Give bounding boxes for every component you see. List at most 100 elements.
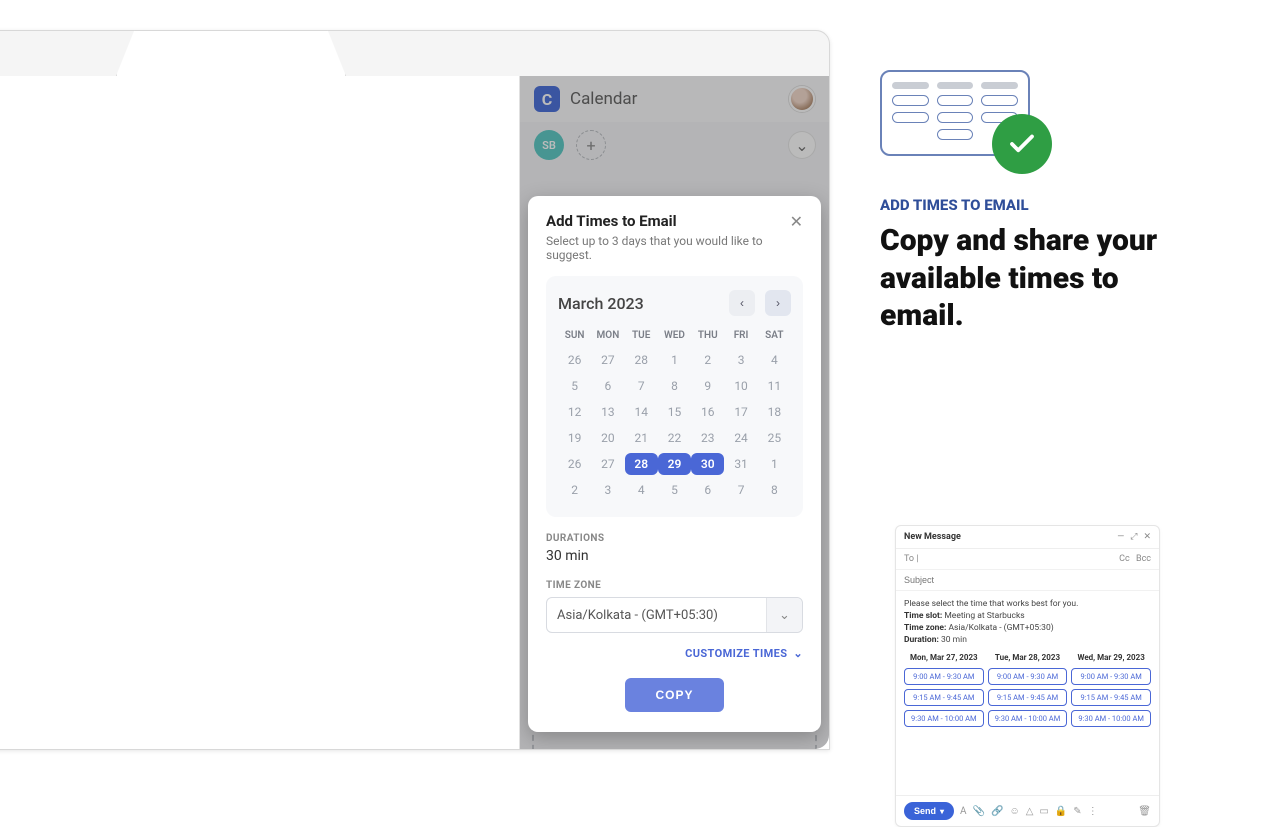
email-window-title: New Message — [904, 532, 961, 542]
availability-slot[interactable]: 9:30 AM - 10:00 AM — [988, 710, 1068, 727]
calendar-day[interactable]: 20 — [591, 427, 624, 449]
email-to-row[interactable]: To | Cc Bcc — [896, 549, 1159, 570]
promo-eyebrow: ADD TIMES TO EMAIL — [880, 196, 1210, 214]
calendar-day[interactable]: 21 — [625, 427, 658, 449]
to-label: To — [904, 554, 914, 564]
email-subject-row[interactable] — [896, 570, 1159, 591]
calendar-day[interactable]: 2 — [558, 479, 591, 501]
text-format-icon[interactable]: A — [960, 806, 967, 817]
calendar-card: March 2023 ‹ › SUNMONTUEWEDTHUFRISAT2627… — [546, 276, 803, 517]
calendar-dow: SUN — [558, 326, 591, 345]
calendar-day[interactable]: 11 — [758, 375, 791, 397]
customize-times-link[interactable]: CUSTOMIZE TIMES ⌄ — [546, 647, 803, 660]
trash-icon[interactable]: 🗑 — [1138, 806, 1151, 817]
calendar-dow: THU — [691, 326, 724, 345]
calendar-day[interactable]: 7 — [724, 479, 757, 501]
timezone-label: TIME ZONE — [546, 580, 803, 591]
more-icon[interactable]: ⋮ — [1088, 806, 1098, 817]
drive-icon[interactable]: △ — [1026, 806, 1034, 817]
browser-tab[interactable] — [116, 30, 346, 76]
slot-label: Time slot: — [904, 611, 942, 621]
calendar-day[interactable]: 3 — [591, 479, 624, 501]
availability-slot[interactable]: 9:00 AM - 9:30 AM — [1071, 668, 1151, 685]
availability-slot[interactable]: 9:00 AM - 9:30 AM — [988, 668, 1068, 685]
tz-value: Asia/Kolkata - (GMT+05:30) — [949, 623, 1054, 633]
bcc-link[interactable]: Bcc — [1136, 554, 1151, 564]
calendar-day[interactable]: 6 — [591, 375, 624, 397]
calendar-dow: MON — [591, 326, 624, 345]
checkmark-badge-icon — [992, 114, 1052, 174]
calendar-day[interactable]: 31 — [724, 453, 757, 475]
calendar-day[interactable]: 8 — [758, 479, 791, 501]
cc-link[interactable]: Cc — [1119, 554, 1130, 564]
calendar-day[interactable]: 30 — [691, 453, 724, 475]
calendar-day[interactable]: 27 — [591, 453, 624, 475]
calendar-day[interactable]: 4 — [625, 479, 658, 501]
calendar-prev-button[interactable]: ‹ — [729, 290, 755, 316]
calendar-day[interactable]: 9 — [691, 375, 724, 397]
email-intro: Please select the time that works best f… — [904, 599, 1151, 609]
calendar-day[interactable]: 4 — [758, 349, 791, 371]
modal-subtitle: Select up to 3 days that you would like … — [546, 234, 790, 262]
calendar-day[interactable]: 26 — [558, 349, 591, 371]
calendar-day[interactable]: 7 — [625, 375, 658, 397]
attach-icon[interactable]: 📎 — [973, 806, 985, 817]
promo-headline: Copy and share your available times to e… — [880, 222, 1160, 335]
calendar-day[interactable]: 28 — [625, 349, 658, 371]
calendar-day[interactable]: 8 — [658, 375, 691, 397]
calendar-dow: WED — [658, 326, 691, 345]
availability-slot[interactable]: 9:15 AM - 9:45 AM — [904, 689, 984, 706]
calendar-day[interactable]: 10 — [724, 375, 757, 397]
email-body: Please select the time that works best f… — [896, 591, 1159, 735]
calendar-day[interactable]: 15 — [658, 401, 691, 423]
calendar-day[interactable]: 14 — [625, 401, 658, 423]
availability-slot[interactable]: 9:00 AM - 9:30 AM — [904, 668, 984, 685]
calendar-next-button[interactable]: › — [765, 290, 791, 316]
calendar-day[interactable]: 28 — [625, 453, 658, 475]
dur-label: Duration: — [904, 635, 939, 645]
calendar-day[interactable]: 29 — [658, 453, 691, 475]
promo-panel: ADD TIMES TO EMAIL Copy and share your a… — [880, 70, 1210, 335]
expand-icon[interactable]: ⤢ — [1130, 532, 1137, 542]
calendar-day[interactable]: 2 — [691, 349, 724, 371]
calendar-day[interactable]: 25 — [758, 427, 791, 449]
calendar-day[interactable]: 3 — [724, 349, 757, 371]
close-button[interactable]: ✕ — [790, 212, 803, 232]
availability-slot[interactable]: 9:30 AM - 10:00 AM — [1071, 710, 1151, 727]
slot-value: Meeting at Starbucks — [944, 611, 1024, 621]
pen-icon[interactable]: ✎ — [1073, 806, 1081, 817]
calendar-day[interactable]: 12 — [558, 401, 591, 423]
image-icon[interactable]: ▭ — [1039, 806, 1048, 817]
calendar-day[interactable]: 6 — [691, 479, 724, 501]
emoji-icon[interactable]: ☺ — [1009, 806, 1019, 817]
calendar-day[interactable]: 19 — [558, 427, 591, 449]
calendar-day[interactable]: 1 — [758, 453, 791, 475]
calendar-day[interactable]: 23 — [691, 427, 724, 449]
calendar-day[interactable]: 24 — [724, 427, 757, 449]
calendar-day[interactable]: 5 — [558, 375, 591, 397]
link-icon[interactable]: 🔗 — [991, 806, 1003, 817]
availability-slot[interactable]: 9:15 AM - 9:45 AM — [988, 689, 1068, 706]
close-icon: ✕ — [790, 214, 803, 231]
availability-slot[interactable]: 9:15 AM - 9:45 AM — [1071, 689, 1151, 706]
calendar-day[interactable]: 1 — [658, 349, 691, 371]
availability-column-header: Tue, Mar 28, 2023 — [988, 651, 1068, 664]
calendar-day[interactable]: 5 — [658, 479, 691, 501]
calendar-day[interactable]: 26 — [558, 453, 591, 475]
lock-icon[interactable]: 🔒 — [1055, 806, 1067, 817]
send-button[interactable]: Send ▾ — [904, 802, 954, 820]
calendar-day[interactable]: 17 — [724, 401, 757, 423]
calendar-day[interactable]: 16 — [691, 401, 724, 423]
calendar-app: C Calendar SB + ⌄ Add Times to Email Sel… — [519, 76, 829, 749]
calendar-table-illustration-icon — [880, 70, 1030, 156]
calendar-day[interactable]: 18 — [758, 401, 791, 423]
timezone-select[interactable]: Asia/Kolkata - (GMT+05:30) ⌄ — [546, 597, 803, 633]
minimize-icon[interactable]: — — [1117, 532, 1124, 542]
close-icon[interactable]: ✕ — [1143, 532, 1151, 542]
calendar-day[interactable]: 22 — [658, 427, 691, 449]
calendar-day[interactable]: 13 — [591, 401, 624, 423]
calendar-day[interactable]: 27 — [591, 349, 624, 371]
availability-slot[interactable]: 9:30 AM - 10:00 AM — [904, 710, 984, 727]
copy-button[interactable]: COPY — [625, 678, 723, 712]
subject-input[interactable] — [904, 575, 1151, 585]
